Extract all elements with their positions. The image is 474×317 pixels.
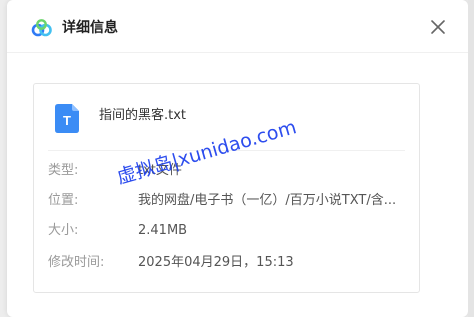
detail-value: 2025年04月29日，15:13 — [138, 255, 294, 270]
detail-label: 位置: — [48, 193, 79, 208]
background-edge — [468, 0, 474, 317]
baidu-netdisk-logo-icon — [31, 19, 52, 37]
divider — [48, 150, 405, 151]
file-details-dialog: 详细信息 T 指间的黑客.txt 类型: txt文件 位置: 我的网盘/电子书（… — [7, 0, 468, 317]
detail-row-modified: 修改时间: 2025年04月29日，15:13 — [48, 253, 408, 273]
detail-label: 类型: — [48, 163, 79, 178]
txt-file-icon: T — [55, 104, 79, 133]
detail-row-size: 大小: 2.41MB — [48, 221, 408, 241]
dialog-title: 详细信息 — [62, 20, 118, 36]
detail-value-location-link[interactable]: 我的网盘/电子书（一亿）/百万小说TXT/含... — [138, 191, 408, 211]
dialog-header: 详细信息 — [7, 0, 468, 53]
detail-value: txt文件 — [138, 163, 182, 178]
detail-row-location: 位置: 我的网盘/电子书（一亿）/百万小说TXT/含... — [48, 191, 408, 211]
file-icon-letter: T — [63, 113, 71, 128]
detail-row-type: 类型: txt文件 — [48, 161, 408, 181]
file-name: 指间的黑客.txt — [99, 108, 187, 123]
file-info-card: T 指间的黑客.txt 类型: txt文件 位置: 我的网盘/电子书（一亿）/百… — [33, 83, 420, 293]
detail-label: 修改时间: — [48, 255, 105, 270]
detail-label: 大小: — [48, 223, 79, 238]
close-icon[interactable] — [429, 18, 447, 36]
detail-value: 2.41MB — [138, 223, 188, 238]
